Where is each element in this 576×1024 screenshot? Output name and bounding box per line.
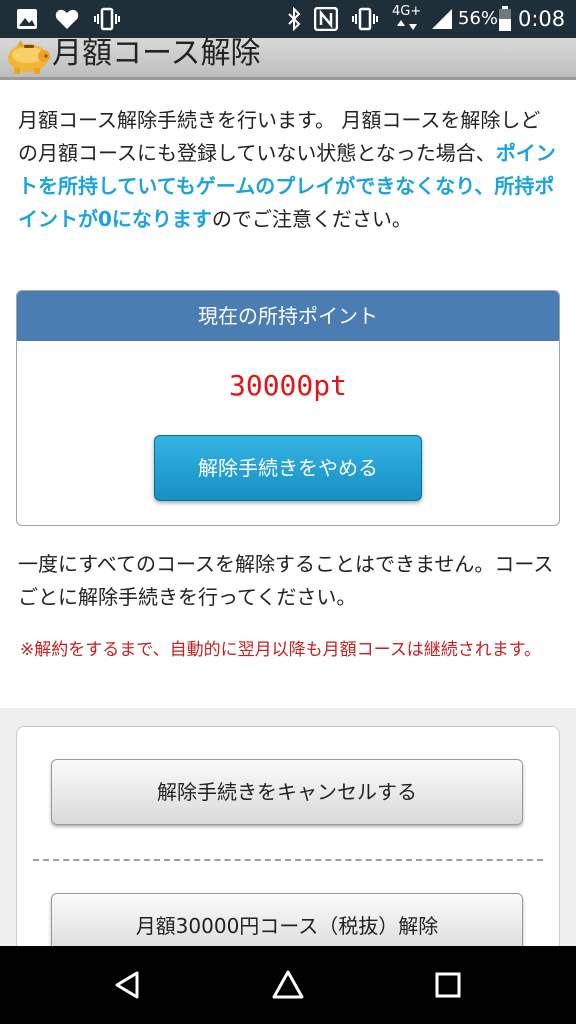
piggy-bank-icon — [4, 38, 52, 80]
stop-cancellation-button[interactable]: 解除手続きをやめる — [154, 435, 422, 501]
status-bar: 4G+ 56% 0:08 — [0, 0, 576, 38]
image-icon — [12, 0, 42, 38]
divider — [33, 859, 543, 861]
bluetooth-icon — [282, 0, 306, 38]
recents-icon[interactable] — [408, 946, 488, 1024]
info-note: 一度にすべてのコースを解除することはできません。コースごとに解除手続きを行ってく… — [18, 552, 554, 609]
actions-area: 解除手続きをキャンセルする 月額30000円コース（税抜）解除 — [0, 708, 576, 966]
nfc-icon — [312, 0, 340, 38]
intro-text-part-2: のでご注意ください。 — [211, 207, 412, 231]
points-card-header: 現在の所持ポイント — [17, 291, 559, 341]
points-card: 現在の所持ポイント 30000pt 解除手続きをやめる — [16, 290, 560, 526]
clock: 0:08 — [518, 7, 566, 31]
vibrate-icon — [92, 0, 122, 38]
battery-icon — [496, 0, 514, 38]
battery-percent: 56% — [458, 8, 499, 29]
back-icon[interactable] — [88, 946, 168, 1024]
warning-note: ※解約をするまで、自動的に翌月以降も月額コースは継続されます。 — [20, 640, 542, 660]
cancel-procedure-button[interactable]: 解除手続きをキャンセルする — [51, 759, 523, 825]
actions-card: 解除手続きをキャンセルする 月額30000円コース（税抜）解除 — [16, 726, 560, 966]
signal-icon — [428, 0, 456, 38]
vibrate-mode-icon — [350, 0, 380, 38]
data-arrows-icon — [392, 14, 426, 36]
navigation-bar — [0, 946, 576, 1024]
current-points: 30000pt — [228, 369, 347, 402]
intro-text-part-1: 月額コース解除手続きを行います。 月額コースを解除しどの月額コースにも登録してい… — [18, 108, 541, 165]
home-icon[interactable] — [248, 946, 328, 1024]
heart-icon — [52, 0, 82, 38]
page-title: 月額コース解除 — [52, 36, 261, 71]
page-header: 月額コース解除 — [0, 38, 576, 80]
intro-text: 月額コース解除手続きを行います。 月額コースを解除しどの月額コースにも登録してい… — [18, 104, 558, 236]
